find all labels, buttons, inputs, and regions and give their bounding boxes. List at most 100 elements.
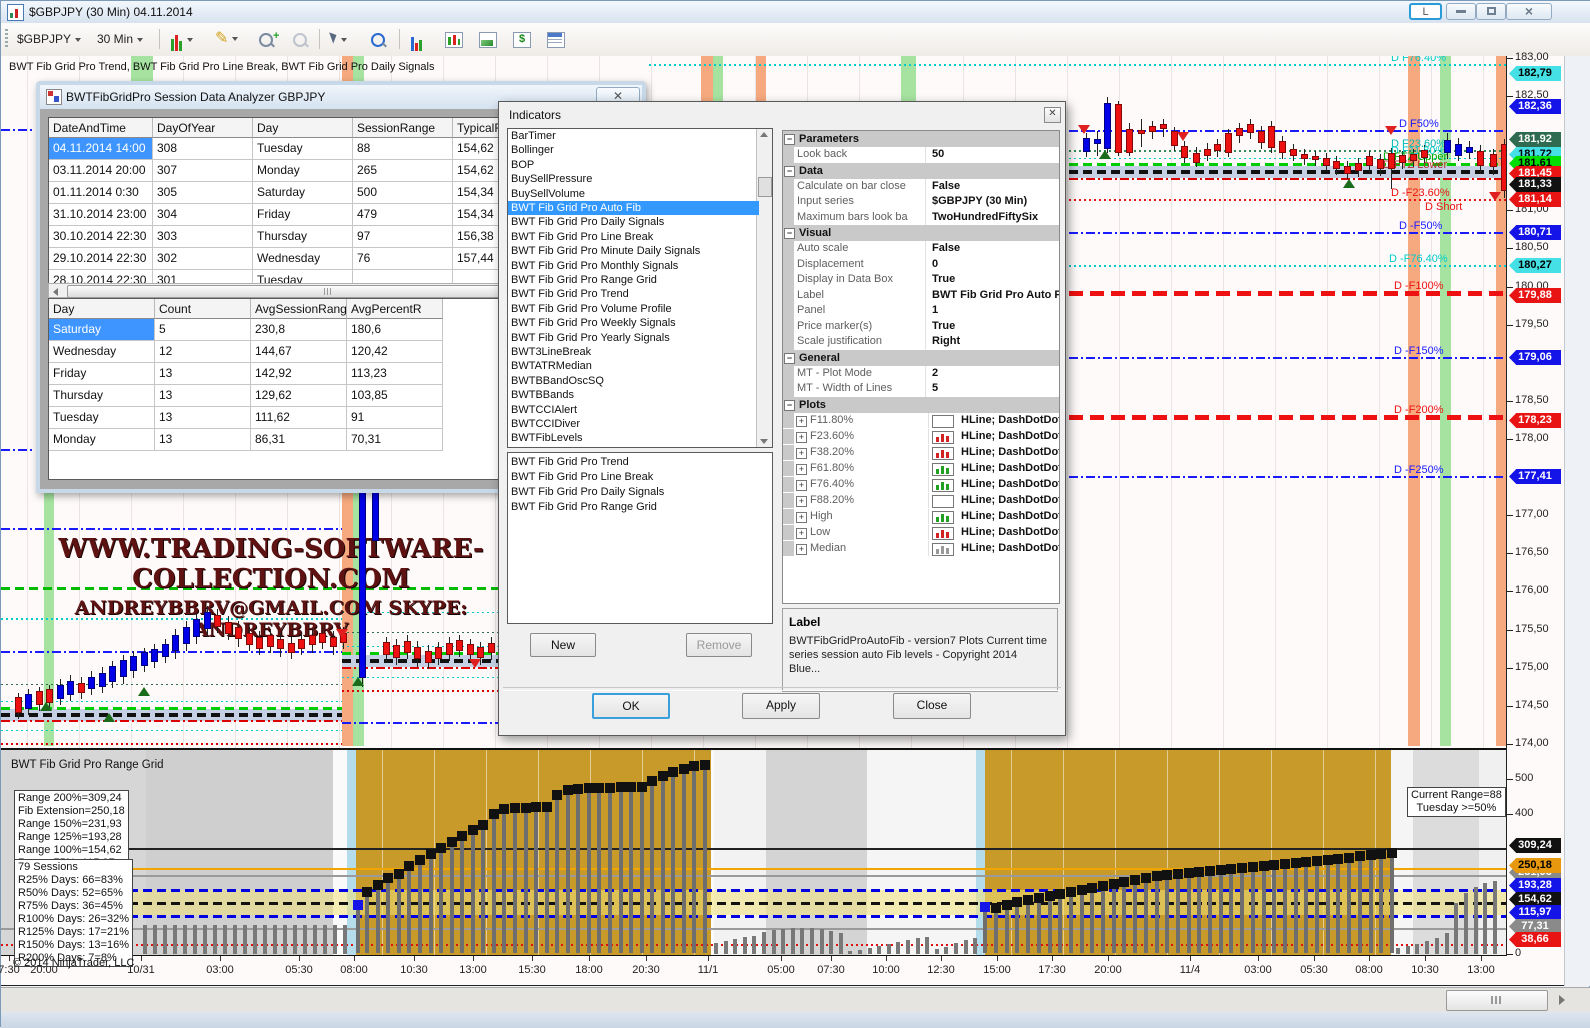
expand-icon[interactable]: + [796, 512, 807, 523]
property-row[interactable]: LabelBWT Fib Grid Pro Auto Fi [783, 288, 1059, 304]
indicator-list-item[interactable]: BOP [508, 158, 759, 172]
property-value[interactable]: Right [929, 334, 1059, 349]
zoom-in-button[interactable]: + [255, 27, 283, 51]
property-row[interactable]: Auto scaleFalse [783, 241, 1059, 257]
indicators-dialog[interactable]: Indicators ✕ BarTimerBollingerBOPBuySell… [498, 101, 1066, 736]
scrollbar-thumb[interactable] [1446, 990, 1548, 1011]
property-value[interactable]: False [929, 241, 1059, 256]
property-row[interactable]: Scale justificationRight [783, 334, 1059, 350]
plot-style-value[interactable]: HLine; DashDotDot; [961, 445, 1060, 460]
indicator-list-item[interactable]: BWT Fib Grid Pro Yearly Signals [508, 331, 759, 345]
property-section-header[interactable]: −Parameters [783, 131, 1059, 147]
property-value[interactable]: TwoHundredFiftySix [929, 210, 1059, 225]
draw-tool-button[interactable]: ✎ [211, 27, 242, 51]
remove-button[interactable]: Remove [686, 633, 752, 657]
property-value[interactable]: BWT Fib Grid Pro Auto Fi [929, 288, 1059, 303]
property-section-header[interactable]: −General [783, 350, 1059, 366]
link-button[interactable]: L [1409, 3, 1442, 20]
scrollbar-thumb[interactable] [758, 177, 772, 197]
selected-indicator-item[interactable]: BWT Fib Grid Pro Trend [508, 455, 759, 469]
indicator-list-item[interactable]: BWTBBandOscSQ [508, 374, 759, 388]
plot-style-value[interactable]: HLine; DashDotDot; [961, 493, 1060, 508]
property-value[interactable]: 5 [929, 381, 1059, 396]
column-header[interactable]: AvgPercentR [347, 299, 443, 319]
horizontal-scrollbar[interactable] [1, 987, 1590, 1012]
toolbar-grip[interactable] [5, 29, 8, 49]
property-row[interactable]: MT - Width of Lines5 [783, 381, 1059, 397]
indicator-list-item[interactable]: BWT Fib Grid Pro Auto Fib [508, 201, 759, 215]
time-axis[interactable]: 7:3020:0010/3103:0005:3008:0010:3013:001… [1, 956, 1564, 986]
scroll-up-arrow[interactable] [760, 132, 768, 137]
property-value[interactable]: 0 [929, 257, 1059, 272]
indicator-list-item[interactable]: BWTMAConvergance [508, 446, 759, 448]
indicator-list-item[interactable]: BWT Fib Grid Pro Minute Daily Signals [508, 244, 759, 258]
data-zoom-button[interactable] [367, 27, 389, 51]
expand-icon[interactable]: + [796, 528, 807, 539]
scrollbar-thumb[interactable] [67, 285, 509, 298]
instrument-dropdown[interactable]: $GBPJPY [13, 27, 85, 51]
property-grid[interactable]: −ParametersLook back50−DataCalculate on … [782, 130, 1060, 604]
collapse-icon[interactable]: − [784, 353, 795, 364]
scroll-right-arrow[interactable] [1559, 995, 1565, 1005]
scroll-left-arrow[interactable] [53, 288, 58, 296]
new-button[interactable]: New [530, 633, 596, 657]
dialog-close-button[interactable]: ✕ [1044, 107, 1061, 123]
chart-style-button[interactable] [167, 27, 197, 51]
column-header[interactable]: DayOfYear [153, 118, 253, 138]
property-row[interactable]: Displacement0 [783, 257, 1059, 273]
plot-row[interactable]: +MedianHLine; DashDotDot; [783, 541, 1059, 557]
selected-indicators-list[interactable]: BWT Fib Grid Pro TrendBWT Fib Grid Pro L… [507, 452, 773, 624]
property-row[interactable]: Price marker(s)True [783, 319, 1059, 335]
indicator-list-item[interactable]: BWT Fib Grid Pro Line Break [508, 230, 759, 244]
indicator-list-item[interactable]: BWT Fib Grid Pro Weekly Signals [508, 316, 759, 330]
property-row[interactable]: MT - Plot Mode2 [783, 366, 1059, 382]
indicator-list-item[interactable]: BWTBBands [508, 388, 759, 402]
indicator-list-item[interactable]: BWT Fib Grid Pro Monthly Signals [508, 259, 759, 273]
plot-style-value[interactable]: HLine; DashDotDot; [961, 413, 1060, 428]
indicator-list-item[interactable]: BWTFibLevels [508, 431, 759, 445]
indicator-list-item[interactable]: Bollinger [508, 143, 759, 157]
apply-button[interactable]: Apply [742, 693, 820, 719]
zoom-out-button[interactable] [289, 27, 311, 51]
property-value[interactable]: 1 [929, 303, 1059, 318]
expand-icon[interactable]: + [796, 432, 807, 443]
indicator-list-item[interactable]: BWT Fib Grid Pro Volume Profile [508, 302, 759, 316]
column-header[interactable]: Day [253, 118, 353, 138]
plot-row[interactable]: +F76.40%HLine; DashDotDot; [783, 477, 1059, 493]
close-button[interactable]: × [1506, 3, 1552, 20]
indicator-list-item[interactable]: BuySellPressure [508, 172, 759, 186]
property-row[interactable]: Input series$GBPJPY (30 Min) [783, 194, 1059, 210]
cursor-tool-button[interactable] [327, 27, 351, 51]
restore-button[interactable] [1476, 3, 1506, 20]
indicator-list-item[interactable]: BWT Fib Grid Pro Trend [508, 287, 759, 301]
minimize-button[interactable] [1446, 3, 1476, 20]
column-header[interactable]: Count [155, 299, 251, 319]
plot-row[interactable]: +HighHLine; DashDotDot; [783, 509, 1059, 525]
data-box-button[interactable] [543, 27, 569, 51]
expand-icon[interactable]: + [796, 448, 807, 459]
account-button[interactable]: $ [509, 27, 535, 51]
property-value[interactable]: $GBPJPY (30 Min) [929, 194, 1059, 209]
expand-icon[interactable]: + [796, 544, 807, 555]
plot-row[interactable]: +F23.60%HLine; DashDotDot; [783, 429, 1059, 445]
scroll-down-arrow[interactable] [760, 439, 768, 444]
property-row[interactable]: Panel1 [783, 303, 1059, 319]
property-value[interactable]: False [929, 179, 1059, 194]
indicator-list-item[interactable]: BWT Fib Grid Pro Daily Signals [508, 215, 759, 229]
column-header[interactable]: AvgSessionRange [251, 299, 347, 319]
selected-indicator-item[interactable]: BWT Fib Grid Pro Daily Signals [508, 485, 759, 499]
property-value[interactable]: True [929, 319, 1059, 334]
column-header[interactable]: DateAndTime [49, 118, 153, 138]
ok-button[interactable]: OK [592, 693, 670, 719]
column-header[interactable]: SessionRange [353, 118, 453, 138]
plot-row[interactable]: +F88.20%HLine; DashDotDot; [783, 493, 1059, 509]
collapse-icon[interactable]: − [784, 228, 795, 239]
plot-style-value[interactable]: HLine; DashDotDot; [961, 477, 1060, 492]
indicator-list-item[interactable]: BWT3LineBreak [508, 345, 759, 359]
close-dialog-button[interactable]: Close [893, 693, 971, 719]
plot-style-value[interactable]: HLine; DashDotDot; [961, 461, 1060, 476]
indicator-list-item[interactable]: BarTimer [508, 129, 759, 143]
property-section-header[interactable]: −Data [783, 163, 1059, 179]
property-row[interactable]: Display in Data BoxTrue [783, 272, 1059, 288]
property-section-header[interactable]: −Visual [783, 225, 1059, 241]
